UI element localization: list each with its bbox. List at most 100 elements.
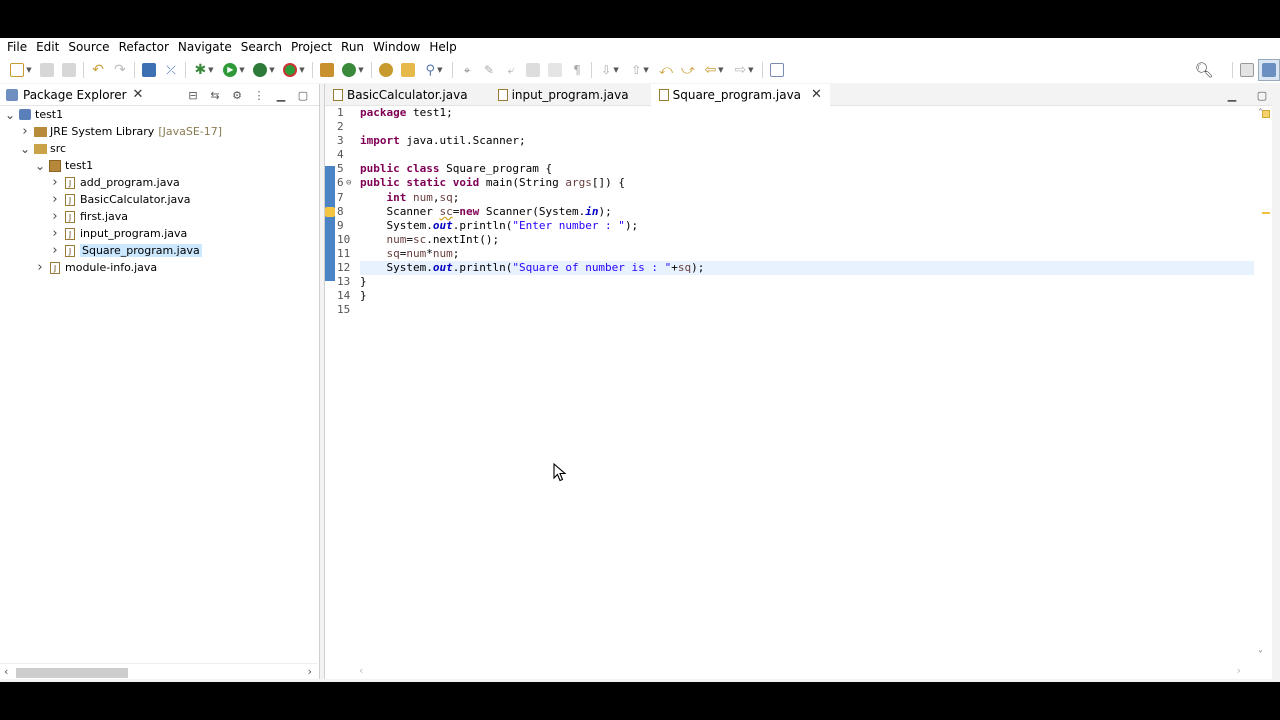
forward-button[interactable]: ⇨ ▼ xyxy=(729,59,759,81)
change-indicator-bar xyxy=(325,166,335,281)
fold-icon[interactable]: ⊖ xyxy=(346,176,351,190)
previous-annotation-button[interactable]: ⇧ ▼ xyxy=(625,59,655,81)
overview-warning-marker[interactable] xyxy=(1262,212,1270,214)
new-java-class-button[interactable]: ▼ xyxy=(338,59,368,81)
back-button[interactable]: ⇦ ▼ xyxy=(699,59,729,81)
toggle-breadcrumb-button[interactable] xyxy=(522,59,544,81)
save-button[interactable] xyxy=(36,59,58,81)
search-dropdown-button[interactable]: ⚲ ▼ xyxy=(419,59,449,81)
java-perspective-icon xyxy=(1262,63,1276,77)
code-editor[interactable]: 1 2 3 4 5 6 ⊖ 7 8 9 10 11 12 13 14 15 package test1; im… xyxy=(325,106,1272,663)
tree-item[interactable]: › J Square_program.java xyxy=(0,242,319,259)
source-code[interactable]: package test1; import java.util.Scanner;… xyxy=(360,106,1254,317)
tab-basiccalculator[interactable]: BasicCalculator.java xyxy=(325,84,476,106)
line-number: 14 xyxy=(337,289,351,303)
scroll-right-icon[interactable]: › xyxy=(308,665,312,678)
new-button[interactable]: ▼ xyxy=(6,59,36,81)
menu-edit[interactable]: Edit xyxy=(32,38,63,57)
package-explorer-tabbar: Package Explorer ✕ ⊟ ⇆ ⚙ ⋮ ▁ ▢ xyxy=(0,84,319,106)
scroll-thumb[interactable] xyxy=(16,668,128,678)
menu-refactor[interactable]: Refactor xyxy=(115,38,173,57)
editor-horizontal-scrollbar[interactable]: ‹ › xyxy=(355,663,1245,679)
line-number-ruler: 1 2 3 4 5 6 ⊖ 7 8 9 10 11 12 13 14 15 xyxy=(325,106,359,317)
show-whitespace-button[interactable] xyxy=(544,59,566,81)
collapse-all-icon[interactable]: ⊟ xyxy=(185,87,201,103)
scroll-right-icon[interactable]: › xyxy=(1237,664,1241,677)
minimize-icon[interactable]: ▁ xyxy=(273,87,289,103)
tree-item[interactable]: › Jfirst.java xyxy=(0,208,319,225)
next-annotation-button[interactable]: ⇩ ▼ xyxy=(595,59,625,81)
run-button[interactable]: ▶ ▼ xyxy=(219,59,249,81)
open-type-button[interactable] xyxy=(375,59,397,81)
link-with-editor-icon[interactable]: ⇆ xyxy=(207,87,223,103)
debug-button[interactable]: ✱ ▼ xyxy=(189,59,219,81)
chevron-down-icon[interactable]: ⌄ xyxy=(4,108,16,122)
chevron-right-icon[interactable]: › xyxy=(49,243,61,258)
vertical-scrollbar[interactable]: ˄ ˅ xyxy=(1254,106,1272,663)
pin-editor-button[interactable] xyxy=(766,59,788,81)
pilcrow-button[interactable]: ¶ xyxy=(566,59,588,81)
chevron-down-icon[interactable]: ⌄ xyxy=(19,142,31,156)
tree-item[interactable]: › JRE System Library [JavaSE-17] xyxy=(0,123,319,140)
chevron-right-icon[interactable]: › xyxy=(49,192,61,207)
menu-navigate[interactable]: Navigate xyxy=(174,38,236,57)
menu-file[interactable]: File xyxy=(3,38,31,57)
tab-input-program[interactable]: input_program.java xyxy=(490,84,637,106)
toggle-word-wrap-button[interactable]: ⤶ xyxy=(500,59,522,81)
chevron-right-icon[interactable]: › xyxy=(49,209,61,224)
maximize-icon[interactable]: ▢ xyxy=(295,87,311,103)
global-search-button[interactable]: 🔍︎ xyxy=(1193,59,1215,81)
forward-edit-location-button[interactable]: ⤻ xyxy=(677,59,699,81)
toggle-block-selection-button[interactable]: ✎ xyxy=(478,59,500,81)
open-task-button[interactable] xyxy=(397,59,419,81)
pin-icon xyxy=(770,63,784,77)
menu-help[interactable]: Help xyxy=(425,38,460,57)
minimize-icon[interactable]: ▁ xyxy=(1224,87,1240,103)
view-menu-icon[interactable]: ⋮ xyxy=(251,87,267,103)
terminal-button[interactable] xyxy=(138,59,160,81)
tree-item[interactable]: ⌄ test1 xyxy=(0,106,319,123)
undo-button[interactable]: ↶ xyxy=(87,59,109,81)
chevron-right-icon[interactable]: › xyxy=(49,175,61,190)
warning-icon[interactable] xyxy=(325,206,335,217)
tab-square-program[interactable]: Square_program.java ✕ xyxy=(650,83,830,106)
new-java-package-button[interactable] xyxy=(316,59,338,81)
tree-item[interactable]: › Jinput_program.java xyxy=(0,225,319,242)
tree-item[interactable]: › Jadd_program.java xyxy=(0,174,319,191)
tree-item[interactable]: › J BasicCalculator.java xyxy=(0,191,319,208)
coverage-button[interactable]: ▼ xyxy=(249,59,279,81)
chevron-down-icon[interactable]: ⌄ xyxy=(34,159,46,173)
menu-source[interactable]: Source xyxy=(64,38,113,57)
last-edit-location-button[interactable]: ⤺ xyxy=(655,59,677,81)
chevron-right-icon[interactable]: › xyxy=(49,226,61,241)
save-all-button[interactable] xyxy=(58,59,80,81)
toggle-mark-occurrences-button[interactable]: ⌖ xyxy=(456,59,478,81)
chevron-right-icon[interactable]: › xyxy=(34,260,46,275)
menu-search[interactable]: Search xyxy=(237,38,286,57)
code-line: } xyxy=(360,289,367,303)
close-icon[interactable]: ✕ xyxy=(811,88,822,101)
close-icon[interactable]: ✕ xyxy=(133,88,144,101)
chevron-right-icon[interactable]: › xyxy=(19,124,31,139)
filters-icon[interactable]: ⚙ xyxy=(229,87,245,103)
horizontal-scrollbar[interactable]: ‹ › xyxy=(0,663,318,679)
tree-item[interactable]: ⌄ src xyxy=(0,140,319,157)
tree-item-label: src xyxy=(50,142,67,155)
skip-breakpoints-button[interactable]: ⤫ xyxy=(160,59,182,81)
menu-project[interactable]: Project xyxy=(287,38,336,57)
menu-run[interactable]: Run xyxy=(337,38,368,57)
scroll-left-icon[interactable]: ‹ xyxy=(359,664,363,677)
tree-item[interactable]: › Jmodule-info.java xyxy=(0,259,319,276)
tab-package-explorer[interactable]: Package Explorer ✕ xyxy=(0,84,149,106)
redo-button[interactable]: ↷ xyxy=(109,59,131,81)
overview-marker-icon[interactable] xyxy=(1262,110,1270,118)
external-tools-button[interactable]: ▼ xyxy=(279,59,309,81)
scroll-left-icon[interactable]: ‹ xyxy=(4,665,8,678)
tree-item[interactable]: ⌄ test1 xyxy=(0,157,319,174)
maximize-icon[interactable]: ▢ xyxy=(1254,87,1270,103)
pen-icon: ✎ xyxy=(483,63,495,77)
open-perspective-button[interactable] xyxy=(1236,59,1258,81)
java-perspective-button[interactable] xyxy=(1258,59,1280,81)
menu-window[interactable]: Window xyxy=(369,38,424,57)
scroll-down-icon[interactable]: ˅ xyxy=(1258,650,1263,661)
